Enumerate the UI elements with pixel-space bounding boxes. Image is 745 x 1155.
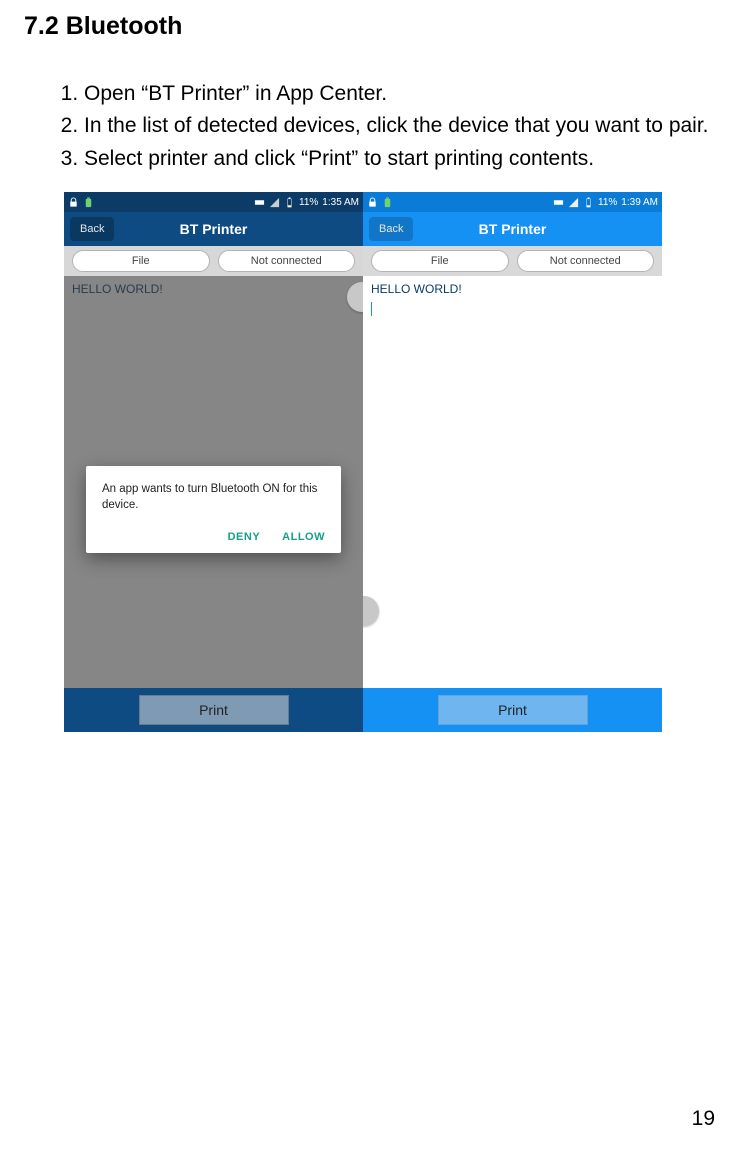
- deny-button[interactable]: DENY: [228, 531, 261, 543]
- print-button[interactable]: Print: [139, 695, 289, 725]
- signal-icon: [568, 197, 579, 208]
- step-item: Open “BT Printer” in App Center.: [84, 79, 721, 109]
- bluetooth-permission-dialog: An app wants to turn Bluetooth ON for th…: [86, 466, 341, 553]
- lock-icon: [367, 197, 378, 208]
- step-item: Select printer and click “Print” to star…: [84, 144, 721, 174]
- status-bar: 11% 1:35 AM: [64, 192, 363, 212]
- file-button[interactable]: File: [371, 250, 509, 272]
- back-button[interactable]: Back: [70, 217, 114, 241]
- clock-time: 1:39 AM: [621, 197, 658, 208]
- battery-level-icon: [583, 197, 594, 208]
- app-title: BT Printer: [180, 221, 248, 237]
- battery-percent: 11%: [299, 197, 318, 208]
- keyboard-icon: [553, 197, 564, 208]
- signal-icon: [269, 197, 280, 208]
- back-button[interactable]: Back: [369, 217, 413, 241]
- file-button[interactable]: File: [72, 250, 210, 272]
- allow-button[interactable]: ALLOW: [282, 531, 325, 543]
- app-footer: Print: [64, 688, 363, 732]
- page-number: 19: [692, 1107, 715, 1131]
- content-area[interactable]: HELLO WORLD!: [363, 276, 662, 688]
- app-title: BT Printer: [479, 221, 547, 237]
- clock-time: 1:35 AM: [322, 197, 359, 208]
- steps-list: Open “BT Printer” in App Center. In the …: [24, 79, 721, 174]
- content-area[interactable]: HELLO WORLD! An app wants to turn Blueto…: [64, 276, 363, 688]
- toolbar-row: File Not connected: [64, 246, 363, 276]
- app-footer: Print: [363, 688, 662, 732]
- app-header: Back BT Printer: [64, 212, 363, 246]
- screenshots-row: 11% 1:35 AM Back BT Printer File Not con…: [64, 192, 721, 732]
- battery-level-icon: [284, 197, 295, 208]
- connection-status-button[interactable]: Not connected: [517, 250, 655, 272]
- content-text: HELLO WORLD!: [363, 276, 662, 302]
- text-caret: [371, 302, 662, 316]
- battery-percent: 11%: [598, 197, 617, 208]
- lock-icon: [68, 197, 79, 208]
- status-bar: 11% 1:39 AM: [363, 192, 662, 212]
- scroll-handle[interactable]: [363, 596, 379, 626]
- step-item: In the list of detected devices, click t…: [84, 111, 721, 141]
- battery-icon: [382, 197, 393, 208]
- connection-status-button[interactable]: Not connected: [218, 250, 356, 272]
- dialog-text: An app wants to turn Bluetooth ON for th…: [102, 482, 325, 513]
- app-header: Back BT Printer: [363, 212, 662, 246]
- phone-screenshot-left: 11% 1:35 AM Back BT Printer File Not con…: [64, 192, 363, 732]
- print-button[interactable]: Print: [438, 695, 588, 725]
- section-heading: 7.2 Bluetooth: [24, 12, 721, 41]
- phone-screenshot-right: 11% 1:39 AM Back BT Printer File Not con…: [363, 192, 662, 732]
- toolbar-row: File Not connected: [363, 246, 662, 276]
- battery-icon: [83, 197, 94, 208]
- keyboard-icon: [254, 197, 265, 208]
